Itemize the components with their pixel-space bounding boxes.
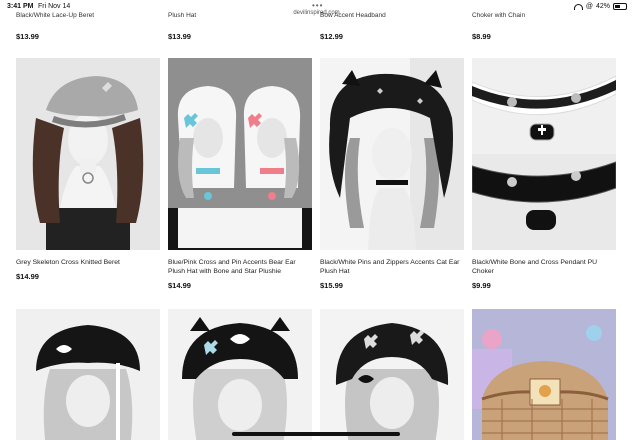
product-image[interactable] (168, 309, 312, 440)
product-card[interactable]: Blue/Pink Cross and Pin Accents Bear Ear… (168, 58, 312, 290)
wifi-icon (573, 3, 583, 10)
product-price: $13.99 (16, 32, 39, 41)
status-indicators: @ 42% (573, 3, 627, 10)
product-card[interactable]: Black/White Bone and Cross Pendant PU Ch… (472, 58, 616, 290)
product-price: $8.99 (472, 32, 491, 41)
product-card[interactable] (472, 309, 616, 440)
status-date: Fri Nov 14 (38, 3, 71, 10)
home-indicator[interactable] (232, 432, 400, 436)
product-card[interactable] (168, 309, 312, 440)
product-card[interactable] (16, 309, 160, 440)
product-price: $13.99 (168, 32, 191, 41)
product-image[interactable] (16, 58, 160, 250)
battery-percent: 42% (595, 3, 610, 10)
product-image[interactable] (472, 309, 616, 440)
product-image[interactable] (320, 309, 464, 440)
product-name[interactable]: Choker with Chain (472, 12, 612, 20)
product-name[interactable]: Black/White Bone and Cross Pendant PU Ch… (472, 258, 616, 276)
product-image[interactable] (168, 58, 312, 250)
product-image[interactable] (16, 309, 160, 440)
product-name[interactable]: Plush Hat (168, 12, 308, 20)
product-card[interactable]: Grey Skeleton Cross Knitted Beret $14.99 (16, 58, 160, 281)
product-name[interactable]: Grey Skeleton Cross Knitted Beret (16, 258, 160, 267)
product-price: $15.99 (320, 281, 343, 290)
partial-product-row: Black/White Lace-Up Beret $13.99 Plush H… (0, 12, 633, 44)
product-price: $14.99 (168, 281, 191, 290)
product-name[interactable]: Black/White Pins and Zippers Accents Cat… (320, 258, 464, 276)
product-price: $12.99 (320, 32, 343, 41)
product-card[interactable] (320, 309, 464, 440)
multitasking-dots-icon[interactable]: ••• (312, 1, 323, 10)
product-card[interactable]: Black/White Pins and Zippers Accents Cat… (320, 58, 464, 290)
product-name[interactable]: Black/White Lace-Up Beret (16, 12, 156, 20)
product-name[interactable]: Blue/Pink Cross and Pin Accents Bear Ear… (168, 258, 312, 276)
location-icon: @ (585, 3, 593, 10)
product-price: $9.99 (472, 281, 491, 290)
product-name[interactable]: Bow Accent Headband (320, 12, 460, 20)
battery-icon (613, 3, 627, 10)
product-image[interactable] (320, 58, 464, 250)
product-price: $14.99 (16, 272, 39, 281)
status-time: 3:41 PM (7, 3, 34, 10)
product-image[interactable] (472, 58, 616, 250)
